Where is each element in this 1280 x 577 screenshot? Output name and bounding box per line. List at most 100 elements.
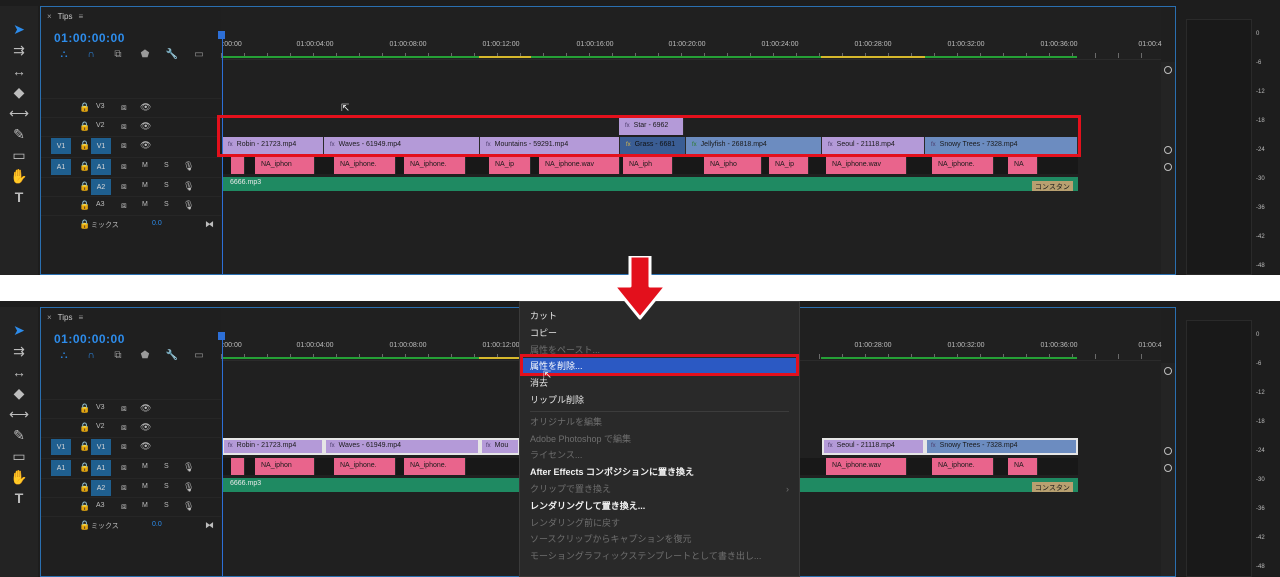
track-target-a2[interactable]: A2 [91,179,111,195]
scroll-zoom-handle[interactable] [1164,367,1172,375]
video-clip[interactable]: fx Waves - 61949.mp4 [324,438,480,455]
source-patch-a1[interactable]: A1 [51,460,71,476]
captions-icon[interactable]: ▭ [191,49,207,60]
menu-item-export-motion-graphics-template[interactable]: モーショングラフィックステンプレートとして書き出し... [520,548,799,565]
razor-tool-icon[interactable]: ◆ [9,83,29,101]
menu-item-remove-attributes[interactable]: 属性を削除... [520,358,799,376]
lock-icon[interactable]: 🔒 [79,482,90,493]
mute-button[interactable]: M [142,201,148,208]
audio-clip[interactable]: NA_ipho [704,157,762,174]
audio-clip[interactable]: NA_iphon [255,458,315,475]
sync-lock-icon[interactable]: ⧈ [121,441,127,452]
microphone-icon[interactable]: 🎙 [183,161,194,172]
close-icon[interactable]: × [47,313,52,322]
video-clip[interactable]: fx Waves - 61949.mp4 [324,137,480,154]
microphone-icon[interactable]: 🎙 [183,482,194,493]
eye-icon[interactable]: 👁 [140,441,151,452]
playhead-handle[interactable] [218,31,225,39]
vertical-scrollbar[interactable] [1161,363,1175,576]
wrench-icon[interactable]: 🔧 [164,49,180,60]
video-clip[interactable]: fx Mou [480,438,520,455]
track-select-tool-icon[interactable]: ⇉ [9,342,29,360]
selection-tool-icon[interactable]: ➤ [9,321,29,339]
audio-clip[interactable]: NA [1008,157,1038,174]
lock-icon[interactable]: 🔒 [79,501,90,512]
type-tool-icon[interactable]: T [9,188,29,206]
scroll-zoom-handle[interactable] [1164,66,1172,74]
audio-clip[interactable]: NA_iphone.wav [826,157,907,174]
mute-button[interactable]: M [142,463,148,470]
hand-tool-icon[interactable]: ✋ [9,167,29,185]
close-icon[interactable]: × [47,12,52,21]
audio-clip[interactable] [231,157,245,174]
mute-button[interactable]: M [142,182,148,189]
menu-item-edit-original[interactable]: オリジナルを編集 [520,414,799,431]
sync-lock-icon[interactable]: ⧈ [121,161,127,172]
wrench-icon[interactable]: 🔧 [164,350,180,361]
playhead-handle[interactable] [218,332,225,340]
ripple-edit-tool-icon[interactable]: ↔ [9,62,29,80]
sync-lock-icon[interactable]: ⧈ [121,140,127,151]
lock-icon[interactable]: 🔒 [79,403,90,414]
lock-icon[interactable]: 🔒 [79,219,90,230]
hand-tool-icon[interactable]: ✋ [9,468,29,486]
audio-clip-music[interactable]: 6666.mp3 [222,177,1078,191]
video-clip[interactable]: fx Mountains - 59291.mp4 [480,137,620,154]
timecode-display[interactable]: 01:00:00:00 [54,332,125,346]
timecode-display[interactable]: 01:00:00:00 [54,31,125,45]
sync-lock-icon[interactable]: ⧈ [121,482,127,493]
solo-button[interactable]: S [164,201,169,208]
slip-tool-icon[interactable]: ⟷ [9,405,29,423]
solo-button[interactable]: S [164,162,169,169]
lock-icon[interactable]: 🔒 [79,140,90,151]
selection-tool-icon[interactable]: ➤ [9,20,29,38]
source-patch-v1[interactable]: V1 [51,439,71,455]
razor-tool-icon[interactable]: ◆ [9,384,29,402]
microphone-icon[interactable]: 🎙 [183,181,194,192]
sync-lock-icon[interactable]: ⧈ [121,403,127,414]
audio-clip[interactable] [231,458,245,475]
solo-button[interactable]: S [164,463,169,470]
audio-clip[interactable]: NA_ip [489,157,531,174]
constant-power-transition[interactable]: コンスタン [1032,482,1073,492]
sync-lock-icon[interactable]: ⧈ [121,422,127,433]
audio-clip[interactable]: NA_ip [769,157,809,174]
track-target-a1[interactable]: A1 [91,460,111,476]
lock-icon[interactable]: 🔒 [79,441,90,452]
sequence-tab[interactable]: × Tips ≡ [47,12,83,21]
eye-icon[interactable]: 👁 [140,422,151,433]
track-target-a1[interactable]: A1 [91,159,111,175]
menu-item-clear[interactable]: 消去 [520,375,799,392]
track-area[interactable]: :00:00 01:00:04:00 01:00:08:00 01:00:12:… [218,7,1162,274]
sync-lock-icon[interactable]: ⧈ [121,181,127,192]
track-target-a2[interactable]: A2 [91,480,111,496]
add-marker-icon[interactable]: ⬟ [137,49,153,60]
eye-icon[interactable]: 👁 [140,102,151,113]
audio-clip[interactable]: NA_iphone. [334,157,396,174]
lock-icon[interactable]: 🔒 [79,161,90,172]
audio-clip[interactable]: NA [1008,458,1038,475]
video-clip[interactable]: fx Seoul - 21118.mp4 [822,137,925,154]
sequence-name[interactable]: Tips [58,313,73,322]
go-to-end-icon[interactable]: ⧓ [205,520,214,531]
solo-button[interactable]: S [164,182,169,189]
nest-icon[interactable]: ⛬ [56,350,72,361]
mix-volume-value[interactable]: 0.0 [152,521,162,528]
linked-selection-icon[interactable]: ⧉ [110,350,126,361]
constant-power-transition[interactable]: コンスタン [1032,181,1073,191]
mute-button[interactable]: M [142,483,148,490]
lock-icon[interactable]: 🔒 [79,200,90,211]
video-clip[interactable]: fx Star - 6962 [619,118,684,135]
type-tool-icon[interactable]: T [9,489,29,507]
solo-button[interactable]: S [164,483,169,490]
scroll-zoom-handle[interactable] [1164,163,1172,171]
track-select-tool-icon[interactable]: ⇉ [9,41,29,59]
lock-icon[interactable]: 🔒 [79,520,90,531]
lock-icon[interactable]: 🔒 [79,102,90,113]
lock-icon[interactable]: 🔒 [79,462,90,473]
mute-button[interactable]: M [142,162,148,169]
slip-tool-icon[interactable]: ⟷ [9,104,29,122]
video-clip[interactable]: fx Jellyfish - 26818.mp4 [686,137,822,154]
video-clip[interactable]: fx Seoul - 21118.mp4 [822,438,925,455]
audio-clip[interactable]: NA_iphone. [932,458,994,475]
